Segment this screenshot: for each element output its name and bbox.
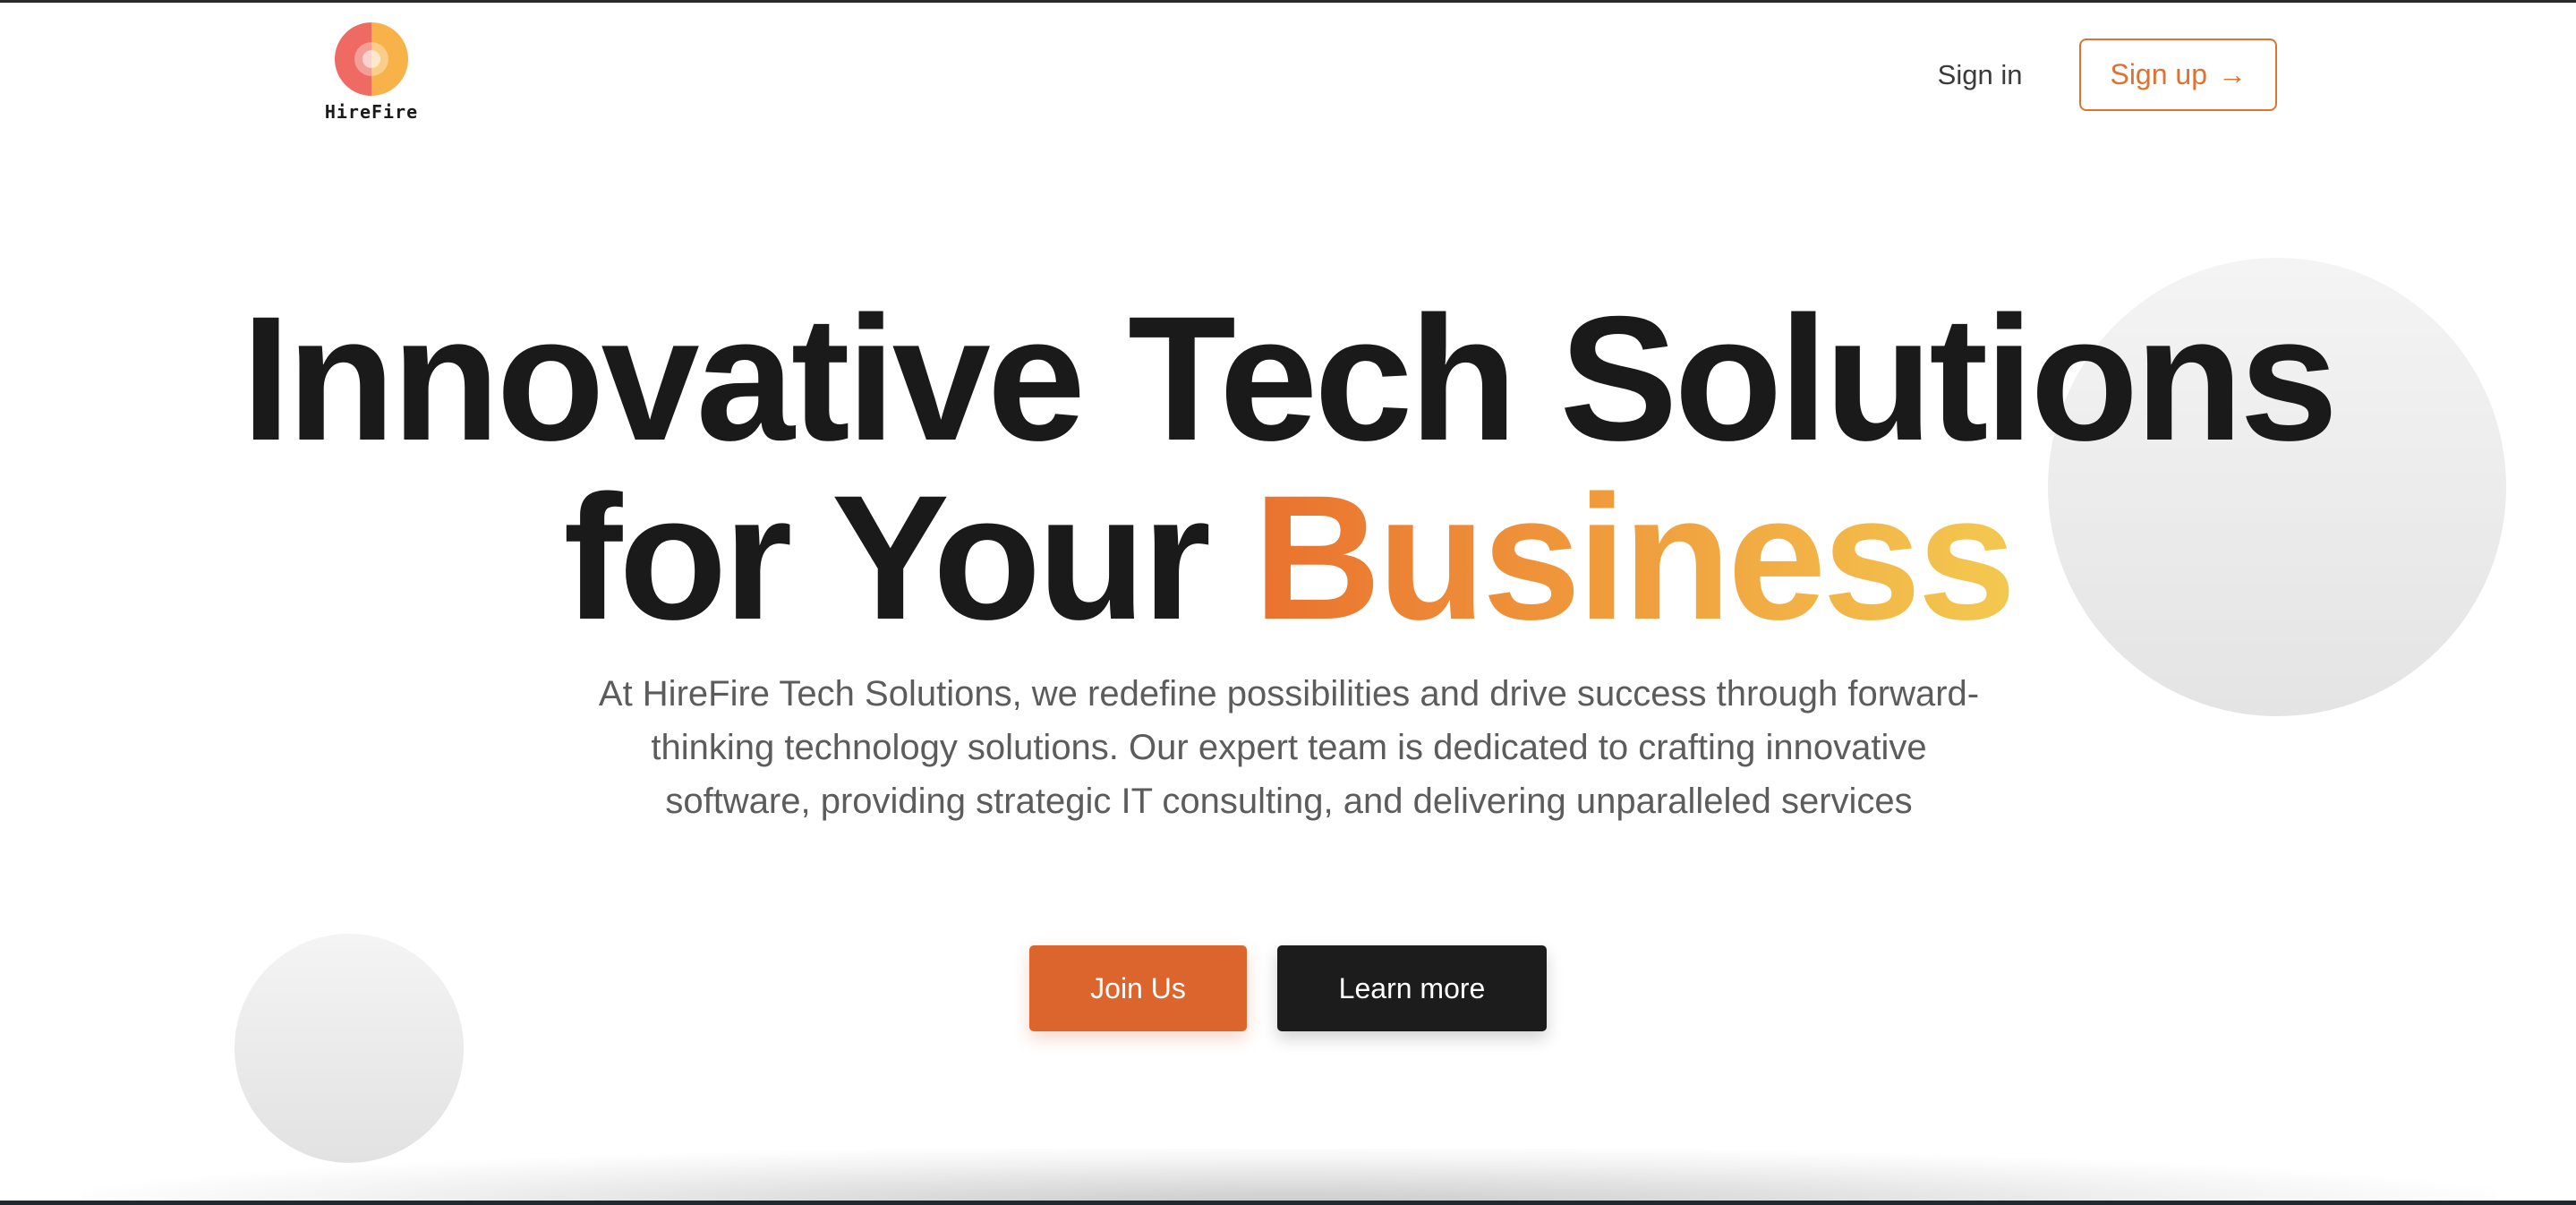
sign-in-link[interactable]: Sign in [1938, 59, 2023, 91]
learn-more-button[interactable]: Learn more [1277, 945, 1547, 1031]
next-section-edge [0, 1201, 2576, 1205]
hero-subtitle: At HireFire Tech Solutions, we redefine … [598, 674, 1980, 821]
hero-title: Innovative Tech Solutions for Your Busin… [0, 289, 2576, 647]
header-nav: Sign in Sign up → [1938, 38, 2277, 111]
brand-logo[interactable]: HireFire [325, 22, 417, 123]
next-section-shadow [81, 1149, 2497, 1205]
sign-up-button[interactable]: Sign up → [2079, 38, 2277, 111]
logo-wordmark: HireFire [324, 101, 419, 123]
hero-title-line-2: for Your Business [0, 468, 2576, 647]
sign-up-label: Sign up [2110, 58, 2207, 90]
hero-title-accent-word: Business [1253, 458, 2016, 656]
landing-page: HireFire Sign in Sign up → Innovative Te… [0, 0, 2576, 1205]
join-us-button[interactable]: Join Us [1029, 945, 1247, 1031]
hero-title-line-1: Innovative Tech Solutions [241, 279, 2339, 477]
logo-icon [335, 22, 408, 96]
hero-title-prefix: for Your [563, 458, 1254, 656]
arrow-right-icon: → [2218, 58, 2247, 90]
cta-group: Join Us Learn more [0, 945, 2576, 1031]
